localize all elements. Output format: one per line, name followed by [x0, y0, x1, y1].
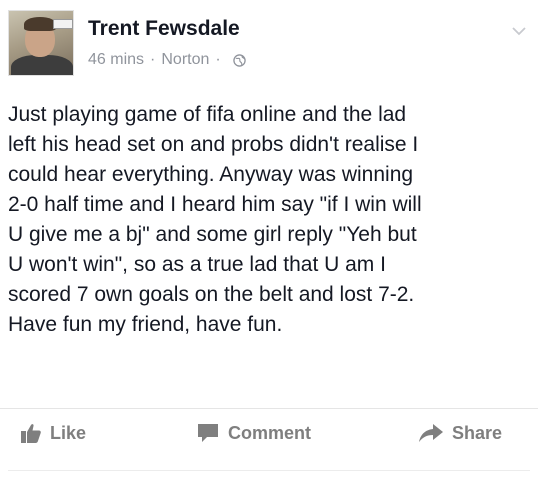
post-location[interactable]: Norton [161, 51, 209, 69]
meta-separator-2: · [215, 51, 221, 68]
comment-label: Comment [228, 422, 312, 443]
author-name[interactable]: Trent Fewsdale [88, 17, 240, 41]
globe-icon[interactable] [232, 53, 246, 67]
like-button[interactable]: Like [20, 419, 86, 447]
avatar-hair [24, 17, 56, 31]
share-button[interactable]: Share [418, 419, 502, 447]
post-meta: 46 mins · Norton · [88, 51, 246, 69]
share-arrow-icon [419, 424, 443, 442]
post-header: Trent Fewsdale 46 mins · Norton · [8, 10, 530, 80]
avatar-overlay-logo [53, 19, 73, 29]
facebook-post: Trent Fewsdale 46 mins · Norton · Just p… [0, 0, 538, 487]
comment-button[interactable]: Comment [196, 419, 311, 447]
divider [8, 470, 530, 471]
like-label: Like [50, 422, 87, 443]
chevron-down-icon[interactable] [512, 26, 526, 36]
post-text: Just playing game of fifa online and the… [8, 103, 422, 336]
speech-bubble-icon [198, 424, 218, 442]
avatar-shirt [11, 55, 73, 75]
thumbs-up-icon [21, 424, 41, 443]
meta-separator: · [150, 51, 156, 68]
post-time[interactable]: 46 mins [88, 51, 144, 69]
share-label: Share [452, 422, 503, 443]
post-actions: Like Comment Share [0, 408, 538, 459]
avatar[interactable] [8, 10, 74, 76]
